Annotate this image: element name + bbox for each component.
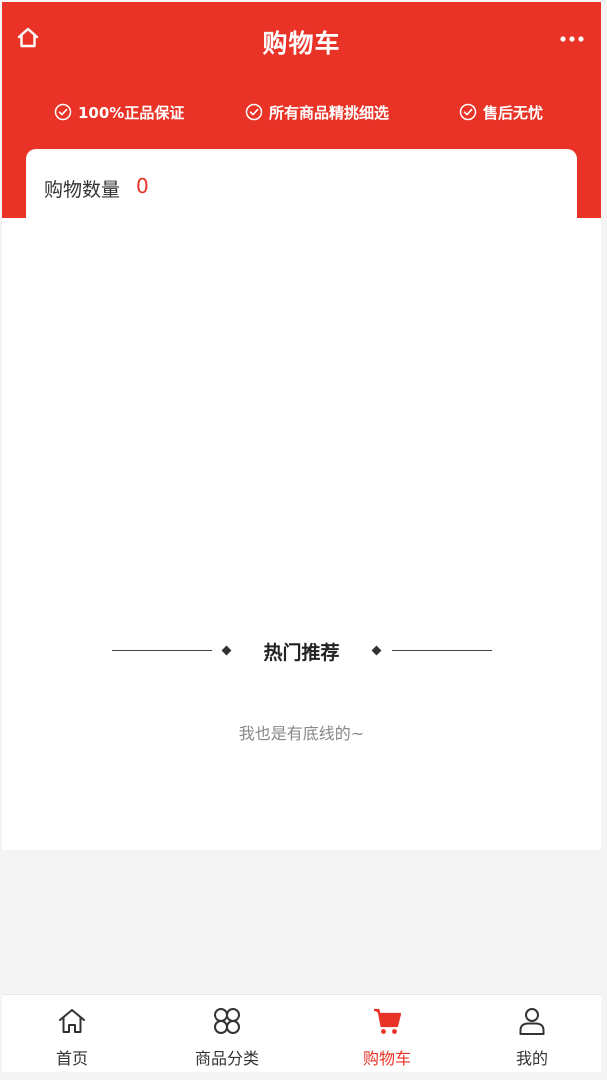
home-icon: [59, 1009, 85, 1033]
feature-item: 100%正品保证: [54, 100, 184, 124]
check-circle-icon: [459, 103, 477, 121]
tab-label: 首页: [55, 1049, 88, 1068]
tab-label: 我的: [515, 1049, 548, 1068]
bottom-line-note: 我也是有底线的~: [238, 724, 365, 743]
cart-count-value: 0: [136, 174, 149, 198]
feature-label: 所有商品精挑细选: [269, 103, 390, 122]
more-icon[interactable]: [557, 30, 587, 48]
tab-cart[interactable]: 购物车: [317, 995, 457, 1073]
divider-line: [392, 650, 492, 651]
cart-content: 热门推荐 我也是有底线的~: [2, 218, 601, 850]
check-circle-icon: [245, 103, 263, 121]
tab-label: 购物车: [362, 1049, 411, 1068]
feature-item: 所有商品精挑细选: [245, 100, 389, 124]
tab-bar: 首页 商品分类 购物车 我的: [2, 994, 601, 1072]
check-circle-icon: [54, 103, 72, 121]
feature-label: 100%正品保证: [78, 103, 185, 122]
cart-count-label: 购物数量: [44, 179, 121, 201]
user-icon: [519, 1008, 545, 1035]
tab-home[interactable]: 首页: [2, 995, 142, 1073]
tab-label: 商品分类: [194, 1049, 259, 1068]
nav-bar: 购物车: [2, 2, 601, 80]
cart-icon: [374, 1008, 402, 1034]
feature-label: 售后无忧: [483, 103, 544, 122]
feature-list: 100%正品保证 所有商品精挑细选 售后无忧: [2, 100, 601, 124]
tab-category[interactable]: 商品分类: [157, 995, 297, 1073]
feature-item: 售后无忧: [459, 100, 543, 124]
hot-recommend-divider: 热门推荐: [2, 636, 601, 666]
hot-recommend-title: 热门推荐: [263, 642, 340, 664]
tab-mine[interactable]: 我的: [462, 995, 602, 1073]
app-frame: 购物车 100%正品保证 所有商品精挑细选 售后无忧 热门推荐 我也是有底线的~…: [2, 2, 601, 1072]
page-title: 购物车: [262, 29, 341, 58]
category-icon: [214, 1008, 240, 1034]
cart-count-card: 购物数量 0: [26, 149, 577, 229]
